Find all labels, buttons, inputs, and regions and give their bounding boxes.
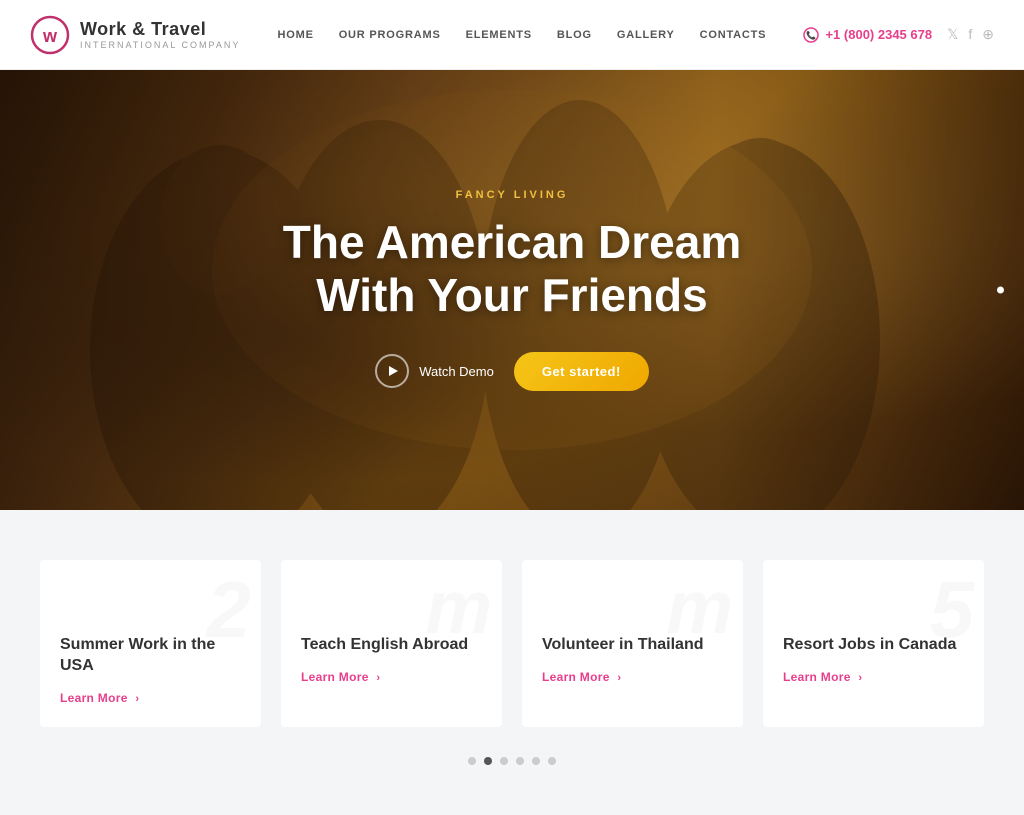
instagram-icon[interactable]: ⊕ bbox=[982, 26, 994, 43]
logo-icon: w bbox=[30, 15, 70, 55]
card-title-3: Volunteer in Thailand bbox=[542, 635, 723, 656]
card-arrow-4: › bbox=[858, 672, 862, 684]
page-dot-5[interactable] bbox=[532, 757, 540, 765]
main-nav: HOME OUR PROGRAMS ELEMENTS BLOG GALLERY … bbox=[278, 29, 767, 41]
page-dot-3[interactable] bbox=[500, 757, 508, 765]
play-circle bbox=[375, 354, 409, 388]
page-dot-1[interactable] bbox=[468, 757, 476, 765]
card-volunteer-thailand: m Volunteer in Thailand Learn More › bbox=[522, 560, 743, 727]
social-icons: 𝕏 f ⊕ bbox=[947, 26, 994, 43]
card-arrow-1: › bbox=[135, 693, 139, 705]
card-link-2[interactable]: Learn More › bbox=[301, 670, 380, 684]
card-resort-jobs: 5 Resort Jobs in Canada Learn More › bbox=[763, 560, 984, 727]
hero-title-line1: The American Dream bbox=[283, 216, 741, 268]
card-arrow-3: › bbox=[617, 672, 621, 684]
twitter-icon[interactable]: 𝕏 bbox=[947, 26, 958, 43]
nav-contacts[interactable]: CONTACTS bbox=[700, 29, 767, 41]
hero-title-line2: With Your Friends bbox=[316, 269, 707, 321]
phone-icon: 📞 bbox=[803, 27, 819, 43]
card-arrow-2: › bbox=[376, 672, 380, 684]
hero-dot-1[interactable] bbox=[997, 287, 1004, 294]
hero-buttons: Watch Demo Get started! bbox=[375, 352, 649, 391]
svg-text:📞: 📞 bbox=[806, 29, 816, 39]
card-title-1: Summer Work in the USA bbox=[60, 635, 241, 677]
page-dot-6[interactable] bbox=[548, 757, 556, 765]
header-right: 📞 +1 (800) 2345 678 𝕏 f ⊕ bbox=[803, 26, 994, 43]
nav-gallery[interactable]: GALLERY bbox=[617, 29, 675, 41]
logo-title: Work & Travel bbox=[80, 19, 240, 40]
card-summer-work: 2 Summer Work in the USA Learn More › bbox=[40, 560, 261, 727]
logo-area: w Work & Travel International Company bbox=[30, 15, 240, 55]
header: w Work & Travel International Company HO… bbox=[0, 0, 1024, 70]
page-dot-2[interactable] bbox=[484, 757, 492, 765]
hero-title: The American Dream With Your Friends bbox=[283, 216, 741, 322]
card-watermark-2: m bbox=[425, 570, 492, 645]
card-watermark-3: m bbox=[666, 570, 733, 645]
hero-eyebrow: FANCY LIVING bbox=[456, 189, 569, 201]
card-title-4: Resort Jobs in Canada bbox=[783, 635, 964, 656]
play-triangle-icon bbox=[389, 366, 398, 376]
page-dot-4[interactable] bbox=[516, 757, 524, 765]
phone-area: 📞 +1 (800) 2345 678 bbox=[803, 27, 932, 43]
card-link-3[interactable]: Learn More › bbox=[542, 670, 621, 684]
hero-section: FANCY LIVING The American Dream With You… bbox=[0, 70, 1024, 510]
watch-demo-button[interactable]: Watch Demo bbox=[375, 354, 494, 388]
svg-text:w: w bbox=[42, 26, 58, 46]
nav-home[interactable]: HOME bbox=[278, 29, 314, 41]
nav-elements[interactable]: ELEMENTS bbox=[466, 29, 532, 41]
card-teach-english: m Teach English Abroad Learn More › bbox=[281, 560, 502, 727]
logo-subtitle: International Company bbox=[80, 40, 240, 50]
phone-number: +1 (800) 2345 678 bbox=[825, 27, 932, 42]
cards-grid: 2 Summer Work in the USA Learn More › m … bbox=[40, 560, 984, 727]
logo-text: Work & Travel International Company bbox=[80, 19, 240, 50]
cards-section: 2 Summer Work in the USA Learn More › m … bbox=[0, 510, 1024, 815]
nav-blog[interactable]: BLOG bbox=[557, 29, 592, 41]
card-title-2: Teach English Abroad bbox=[301, 635, 482, 656]
card-link-1[interactable]: Learn More › bbox=[60, 691, 139, 705]
hero-content: FANCY LIVING The American Dream With You… bbox=[0, 70, 1024, 510]
facebook-icon[interactable]: f bbox=[968, 26, 972, 43]
nav-programs[interactable]: OUR PROGRAMS bbox=[339, 29, 441, 41]
hero-slider-dots bbox=[997, 287, 1004, 294]
pagination-dots bbox=[40, 757, 984, 785]
watch-demo-label: Watch Demo bbox=[419, 364, 494, 379]
card-link-4[interactable]: Learn More › bbox=[783, 670, 862, 684]
get-started-button[interactable]: Get started! bbox=[514, 352, 649, 391]
